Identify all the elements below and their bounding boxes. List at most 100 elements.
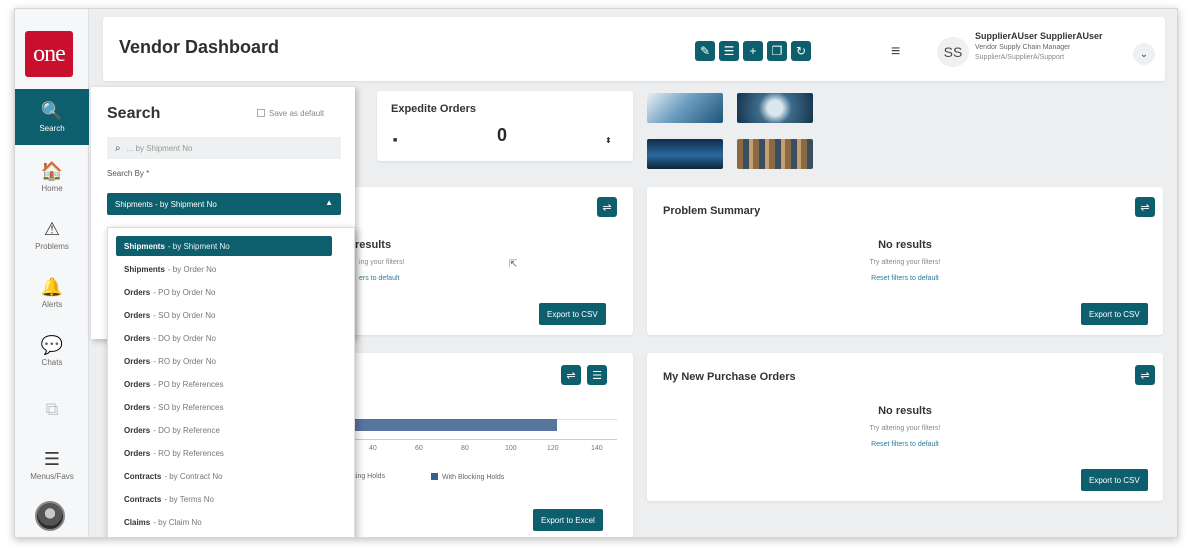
purchase-reset-link[interactable]: Reset filters to default — [647, 441, 1163, 448]
bell-icon: 🔔 — [40, 277, 64, 297]
option-entity: Contracts — [124, 494, 162, 504]
dropdown-option[interactable]: Orders - PO by Order No — [116, 282, 332, 302]
option-detail: - RO by Order No — [153, 356, 216, 366]
user-menu-chevron-icon[interactable]: ⌄ — [1133, 43, 1155, 65]
news-thumbnail-3[interactable] — [647, 139, 723, 169]
option-entity: Orders — [124, 310, 151, 320]
option-detail: - by Claim No — [153, 517, 202, 527]
problem-summary-card: Problem Summary ⇌ No results Try alterin… — [647, 187, 1163, 335]
copy-icon: ❐ — [771, 44, 783, 58]
x-tick: 140 — [591, 445, 603, 452]
dropdown-option[interactable]: Orders - RO by Order No — [116, 351, 332, 371]
copy-icon: ⧉ — [45, 399, 59, 419]
plus-icon: + — [749, 44, 757, 58]
hamburger-icon[interactable]: ≡ — [891, 43, 900, 61]
legend-swatch — [431, 473, 438, 480]
sliders-icon: ⇌ — [566, 369, 576, 382]
user-name: SupplierAUser SupplierAUser — [975, 31, 1103, 41]
list-icon: ☰ — [592, 369, 602, 382]
nav-problems-label: Problems — [35, 242, 69, 251]
page-title: Vendor Dashboard — [119, 37, 280, 57]
save-as-default-checkbox[interactable]: Save as default — [257, 109, 324, 118]
expedite-left-marker: ■ — [393, 137, 398, 144]
nav-alerts[interactable]: 🔔 Alerts — [15, 265, 89, 321]
expedite-sort-icon[interactable]: ⬍ — [605, 136, 612, 145]
refresh-button[interactable]: ↻ — [791, 41, 811, 61]
option-entity: Orders — [124, 402, 151, 412]
purchase-export-csv-button[interactable]: Export to CSV — [1081, 469, 1148, 491]
problem-filter-button[interactable]: ⇌ — [1135, 197, 1155, 217]
results-reset-link[interactable]: ers to default — [359, 275, 399, 282]
option-detail: - SO by Order No — [153, 310, 216, 320]
option-entity: Shipments — [124, 264, 165, 274]
purchase-filter-button[interactable]: ⇌ — [1135, 365, 1155, 385]
profile-avatar[interactable] — [35, 501, 65, 531]
search-input[interactable]: ⌕ ... by Shipment No — [107, 137, 341, 159]
sliders-icon: ⇌ — [1140, 201, 1150, 214]
one-logo[interactable]: one — [25, 31, 73, 77]
news-thumbnail-4[interactable] — [737, 139, 813, 169]
purchase-orders-title: My New Purchase Orders — [663, 371, 796, 383]
dropdown-option[interactable]: Shipments - by Shipment No — [116, 236, 332, 256]
holds-export-excel-button[interactable]: Export to Excel — [533, 509, 603, 531]
nav-chats[interactable]: 💬 Chats — [15, 323, 89, 379]
holds-bar — [345, 419, 557, 431]
results-export-csv-button[interactable]: Export to CSV — [539, 303, 606, 325]
option-entity: Orders — [124, 448, 151, 458]
dropdown-option[interactable]: Orders - RO by References — [116, 443, 332, 463]
option-detail: - SO by References — [153, 402, 224, 412]
dropdown-option[interactable]: Shipments - by Order No — [116, 259, 332, 279]
problem-export-csv-button[interactable]: Export to CSV — [1081, 303, 1148, 325]
problem-reset-link[interactable]: Reset filters to default — [647, 275, 1163, 282]
search-by-selected-value: Shipments - by Shipment No — [115, 199, 217, 209]
x-tick: 40 — [369, 445, 377, 452]
edit-button[interactable]: ✎ — [695, 41, 715, 61]
nav-home[interactable]: 🏠 Home — [15, 149, 89, 205]
copy-button[interactable]: ❐ — [767, 41, 787, 61]
purchase-orders-card: My New Purchase Orders ⇌ No results Try … — [647, 353, 1163, 501]
option-entity: Claims — [124, 517, 151, 527]
chart-x-axis — [345, 439, 617, 440]
dropdown-option[interactable]: Orders - DO by Reference — [116, 420, 332, 440]
x-tick: 80 — [461, 445, 469, 452]
nav-problems[interactable]: ⚠ Problems — [15, 207, 89, 263]
option-entity: Orders — [124, 287, 151, 297]
holds-list-button[interactable]: ☰ — [587, 365, 607, 385]
holds-filter-button[interactable]: ⇌ — [561, 365, 581, 385]
results-filter-button[interactable]: ⇌ — [597, 197, 617, 217]
dropdown-option[interactable]: Claims - by Claim No — [116, 512, 332, 532]
news-thumbnail-1[interactable] — [647, 93, 723, 123]
problem-summary-title: Problem Summary — [663, 205, 761, 217]
app-window: one 🔍 Search 🏠 Home ⚠ Problems 🔔 Alerts … — [14, 8, 1178, 538]
legend-item-blocking[interactable]: With Blocking Holds — [431, 473, 504, 481]
search-icon: 🔍 — [40, 101, 64, 121]
list-icon: ☰ — [723, 44, 735, 58]
pencil-icon: ✎ — [699, 44, 711, 58]
list-button[interactable]: ☰ — [719, 41, 739, 61]
user-org: SupplierA/SupplierA/Support — [975, 54, 1065, 61]
nav-home-label: Home — [41, 184, 63, 193]
dropdown-option[interactable]: Orders - SO by Order No — [116, 305, 332, 325]
x-tick: 120 — [547, 445, 559, 452]
dropdown-option[interactable]: Orders - DO by Order No — [116, 328, 332, 348]
menu-icon: ☰ — [43, 449, 61, 469]
add-button[interactable]: + — [743, 41, 763, 61]
chat-icon: 💬 — [40, 335, 64, 355]
search-by-label: Search By * — [107, 169, 150, 178]
refresh-icon: ↻ — [795, 44, 807, 58]
dropdown-option[interactable]: Orders - PO by References — [116, 374, 332, 394]
option-entity: Orders — [124, 425, 151, 435]
option-entity: Orders — [124, 356, 151, 366]
results-hint: ing your filters! — [359, 259, 405, 266]
option-entity: Orders — [124, 379, 151, 389]
dropdown-option[interactable]: Contracts - by Terms No — [116, 489, 332, 509]
chevron-up-icon: ▲ — [325, 198, 333, 207]
dropdown-option[interactable]: Contracts - by Contract No — [116, 466, 332, 486]
news-thumbnail-2[interactable] — [737, 93, 813, 123]
user-avatar[interactable]: SS — [937, 37, 969, 67]
page-header: Vendor Dashboard ✎ ☰ + ❐ ↻ ≡ SS Supplier… — [103, 17, 1165, 81]
dropdown-option[interactable]: Orders - SO by References — [116, 397, 332, 417]
nav-menus-favs[interactable]: ☰ Menus/Favs — [15, 437, 89, 493]
search-by-select[interactable]: Shipments - by Shipment No ▲ — [107, 193, 341, 215]
nav-search[interactable]: 🔍 Search — [15, 89, 89, 145]
